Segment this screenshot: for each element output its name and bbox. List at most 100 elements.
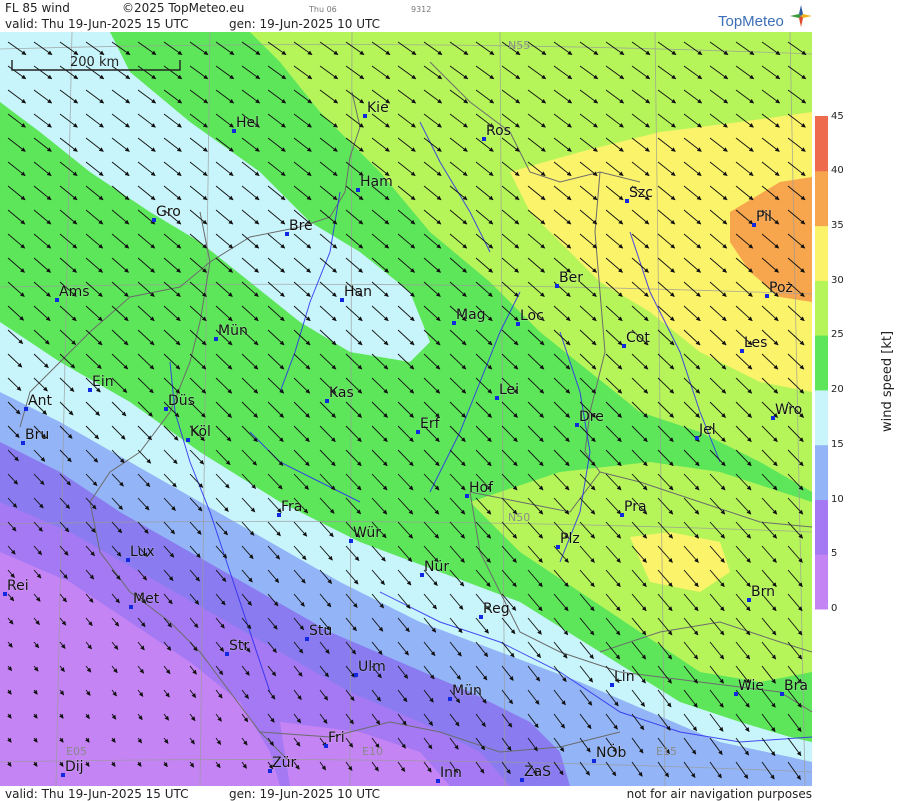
svg-text:Mag: Mag <box>456 307 486 323</box>
grid-label-n50: N50 <box>508 511 530 524</box>
svg-text:Brn: Brn <box>751 584 775 600</box>
city-nob[interactable]: NÖb <box>592 743 627 763</box>
city-mag[interactable]: Mag <box>452 307 486 325</box>
brand-name: TopMeteo <box>718 13 784 30</box>
city-han[interactable]: Han <box>340 284 372 302</box>
svg-text:Bre: Bre <box>289 218 313 234</box>
city-ein[interactable]: Ein <box>88 374 114 392</box>
legend-swatch <box>815 225 828 281</box>
svg-text:Reg: Reg <box>483 601 510 617</box>
city-szc[interactable]: Szc <box>625 185 653 203</box>
svg-text:Ams: Ams <box>59 284 90 300</box>
city-ant[interactable]: Ant <box>24 393 53 411</box>
wind-map[interactable]: 200 km N55 N50 E05 E10 E15 Hel Kie Ros H… <box>0 32 812 786</box>
city-ulm[interactable]: Ulm <box>354 659 386 677</box>
generated-time: gen: 19-Jun-2025 10 UTC <box>229 17 381 31</box>
city-ams[interactable]: Ams <box>55 284 90 302</box>
city-str[interactable]: Str <box>225 638 250 656</box>
svg-text:Gro: Gro <box>156 204 181 220</box>
city-dre[interactable]: Dre <box>575 409 604 427</box>
grid-label-n55: N55 <box>508 39 530 52</box>
svg-text:Plz: Plz <box>560 531 580 547</box>
legend-tick-10: 10 <box>831 494 844 505</box>
svg-text:Met: Met <box>133 591 160 607</box>
city-loc[interactable]: Loc <box>516 308 544 326</box>
svg-text:Fra: Fra <box>281 499 302 515</box>
legend-tick-25: 25 <box>831 329 844 340</box>
city-wur[interactable]: Wür <box>349 525 382 543</box>
svg-text:Wür: Wür <box>353 525 381 541</box>
legend-swatch <box>815 170 828 227</box>
legend-swatch <box>815 280 828 336</box>
city-ham[interactable]: Ham <box>356 174 393 192</box>
svg-text:ZaS: ZaS <box>524 764 551 780</box>
svg-text:Str: Str <box>229 638 249 654</box>
city-bra[interactable]: Bra <box>780 678 808 696</box>
city-lin[interactable]: Lin <box>610 669 635 687</box>
city-rei[interactable]: Rei <box>3 578 29 596</box>
svg-text:Ros: Ros <box>486 123 511 139</box>
city-bre[interactable]: Bre <box>285 218 313 236</box>
svg-text:Ham: Ham <box>360 174 393 190</box>
city-cot[interactable]: Cot <box>622 330 651 348</box>
legend-tick-45: 45 <box>831 111 844 122</box>
svg-text:Ein: Ein <box>92 374 114 390</box>
city-kie[interactable]: Kie <box>363 100 389 118</box>
grid-label-e10: E10 <box>362 745 383 758</box>
legend-tick-40: 40 <box>831 165 844 176</box>
city-hof[interactable]: Hof <box>465 480 495 498</box>
city-inn[interactable]: Inn <box>436 765 462 783</box>
city-fra[interactable]: Fra <box>277 499 303 517</box>
svg-text:Erf: Erf <box>420 416 441 432</box>
svg-text:Rei: Rei <box>7 578 29 594</box>
city-brn[interactable]: Brn <box>747 584 776 602</box>
city-dus[interactable]: Düs <box>164 393 195 411</box>
city-les[interactable]: Les <box>740 335 768 353</box>
city-pra[interactable]: Pra <box>620 499 647 517</box>
city-dij[interactable]: Dij <box>61 759 84 777</box>
city-ros[interactable]: Ros <box>482 123 511 141</box>
city-jel[interactable]: Jel <box>695 422 716 440</box>
city-zur[interactable]: Zür <box>268 755 297 773</box>
legend-swatch <box>815 554 828 610</box>
svg-text:Dre: Dre <box>579 409 604 425</box>
svg-text:Ber: Ber <box>559 270 583 286</box>
legend-title: wind speed [kt] <box>880 331 895 432</box>
city-stu[interactable]: Stu <box>305 623 333 641</box>
legend-swatch <box>815 444 828 500</box>
svg-text:Mün: Mün <box>218 323 248 339</box>
svg-text:Mün: Mün <box>452 683 482 699</box>
svg-text:Köl: Köl <box>190 424 211 440</box>
city-met[interactable]: Met <box>129 591 160 609</box>
city-wie[interactable]: Wie <box>734 678 765 696</box>
city-reg[interactable]: Reg <box>479 601 510 619</box>
city-kol[interactable]: Köl <box>186 424 211 442</box>
city-bru[interactable]: Bru <box>21 427 50 445</box>
city-plz[interactable]: Plz <box>556 531 580 549</box>
city-lux[interactable]: Lux <box>126 544 155 562</box>
brand-logo[interactable]: TopMeteo <box>708 4 813 30</box>
city-mun-north[interactable]: Mün <box>214 323 248 341</box>
city-ber[interactable]: Ber <box>555 270 584 288</box>
scale-label: 200 km <box>70 55 119 70</box>
legend-swatch <box>815 499 828 555</box>
svg-text:Wie: Wie <box>738 678 764 694</box>
city-gro[interactable]: Gro <box>152 204 181 222</box>
city-mun-south[interactable]: Mün <box>448 683 482 701</box>
city-kas[interactable]: Kas <box>325 385 354 403</box>
city-hel[interactable]: Hel <box>232 115 260 133</box>
city-erf[interactable]: Erf <box>416 416 441 434</box>
city-wro[interactable]: Wro <box>771 402 803 420</box>
step-code: 9312 <box>411 5 432 14</box>
city-zas[interactable]: ZaS <box>520 764 552 782</box>
step-day: Thu 06 <box>309 5 337 14</box>
city-nur[interactable]: Nür <box>420 559 450 577</box>
city-poz[interactable]: Poz <box>765 280 793 298</box>
city-fri[interactable]: Fri <box>324 730 345 748</box>
svg-text:Loc: Loc <box>520 308 544 324</box>
svg-text:Pil: Pil <box>756 209 772 225</box>
svg-text:Fri: Fri <box>328 730 345 746</box>
city-lei[interactable]: Lei <box>495 382 520 400</box>
legend-tick-30: 30 <box>831 275 844 286</box>
legend-swatch <box>815 335 828 391</box>
